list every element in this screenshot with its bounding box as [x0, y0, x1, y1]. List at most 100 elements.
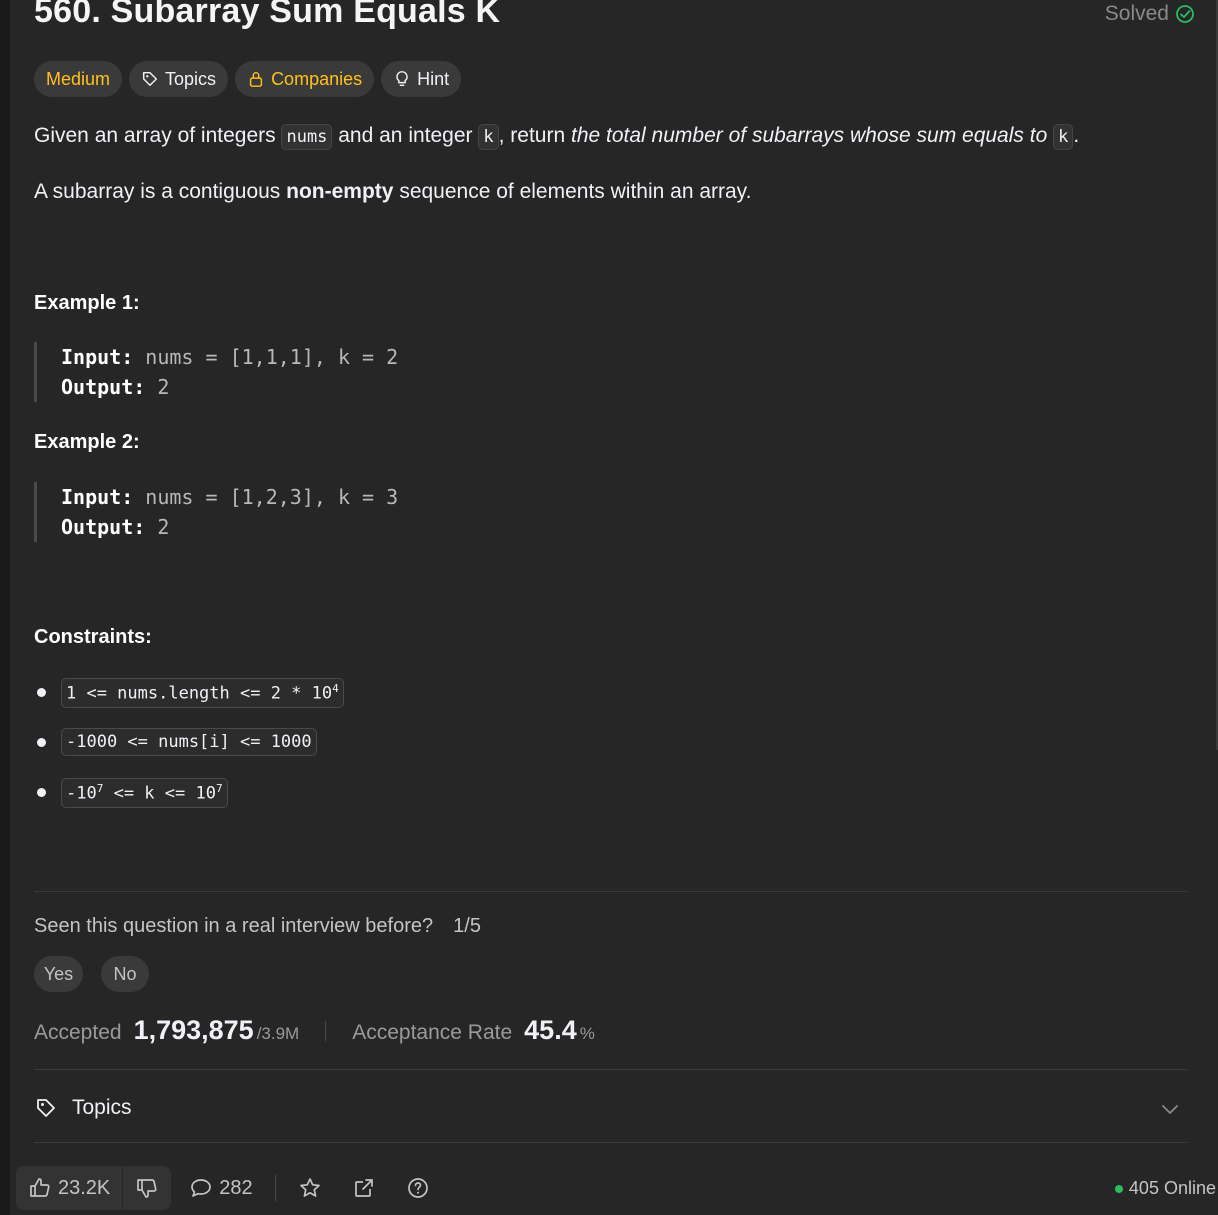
text: sequence of elements within an array.	[393, 180, 752, 203]
bar-separator	[274, 1175, 276, 1201]
online-count: 405 Online	[1128, 1178, 1216, 1198]
inline-code: nums	[281, 124, 333, 150]
interview-question-text: Seen this question in a real interview b…	[34, 915, 434, 937]
input-label: Input:	[61, 345, 134, 369]
share-button[interactable]	[352, 1176, 376, 1200]
description-panel: 560. Subarray Sum Equals K Solved Medium…	[10, 0, 1218, 1215]
constraint-item: 1 <= nums.length <= 2 * 104	[34, 678, 344, 708]
tag-icon	[143, 71, 158, 87]
interview-count: 1/5	[453, 915, 481, 937]
comments-button[interactable]: 282	[189, 1176, 253, 1200]
acceptance-rate-label: Acceptance Rate	[352, 1021, 513, 1044]
solved-label: Solved	[1104, 2, 1169, 25]
topics-tag-button[interactable]: Topics	[129, 61, 229, 97]
constraint-text: -10	[66, 783, 97, 804]
emphasis-text: the total number of subarrays whose sum …	[571, 124, 1048, 147]
output-label: Output:	[61, 375, 146, 399]
like-count: 23.2K	[58, 1176, 111, 1199]
superscript: 4	[332, 682, 339, 695]
comment-count: 282	[219, 1176, 253, 1199]
like-button[interactable]: 23.2K	[16, 1166, 122, 1210]
favorite-button[interactable]	[298, 1176, 322, 1200]
description-paragraph-1: Given an array of integers nums and an i…	[34, 124, 1080, 150]
constraint-item: -1000 <= nums[i] <= 1000	[34, 728, 317, 756]
acceptance-stats: Accepted 1,793,875 /3.9M Acceptance Rate…	[34, 1015, 595, 1046]
problem-title[interactable]: 560. Subarray Sum Equals K	[34, 0, 500, 31]
lightbulb-icon	[396, 71, 408, 87]
chevron-down-icon[interactable]	[1159, 1098, 1181, 1120]
tag-row: Medium Topics Companies Hint	[34, 61, 462, 97]
topics-tag-label: Topics	[165, 68, 217, 89]
acceptance-rate-value: 45.4	[524, 1015, 577, 1045]
output-label: Output:	[61, 515, 146, 539]
output-value: 2	[157, 375, 170, 399]
input-label: Input:	[61, 485, 134, 509]
stats-separator	[325, 1020, 327, 1041]
divider	[34, 891, 1187, 892]
external-link-icon	[354, 1179, 373, 1197]
companies-tag-label: Companies	[271, 68, 363, 89]
example-2-title: Example 2:	[34, 431, 140, 453]
check-circle-icon	[1176, 5, 1194, 23]
constraint-text: 1 <= nums.length <= 2 * 10	[66, 683, 333, 704]
example-2-input: Input: nums = [1,2,3], k = 3	[61, 482, 398, 512]
inline-code: k	[1053, 124, 1074, 150]
constraint-code: 1 <= nums.length <= 2 * 104	[61, 678, 344, 708]
yes-button[interactable]: Yes	[34, 956, 83, 992]
divider	[34, 1069, 1187, 1070]
constraint-code: -1000 <= nums[i] <= 1000	[61, 728, 317, 756]
question-circle-icon	[407, 1178, 428, 1198]
acceptance-rate-unit: %	[579, 1024, 595, 1043]
help-button[interactable]	[406, 1176, 430, 1200]
constraints-title: Constraints:	[34, 626, 152, 648]
text: A subarray is a contiguous	[34, 180, 287, 203]
star-icon	[299, 1178, 320, 1197]
difficulty-badge: Medium	[34, 61, 123, 97]
text: and an integer	[332, 124, 479, 147]
example-1-input: Input: nums = [1,1,1], k = 2	[61, 342, 398, 372]
solved-status: Solved	[1105, 2, 1195, 26]
constraint-item: -107 <= k <= 107	[34, 778, 228, 808]
thumbs-up-icon	[30, 1178, 50, 1197]
example-1-title: Example 1:	[34, 292, 140, 314]
text: , return	[498, 124, 571, 147]
divider	[34, 1142, 1187, 1143]
dislike-button[interactable]	[123, 1166, 171, 1210]
hint-tag-label: Hint	[417, 68, 450, 89]
example-1-block: Input: nums = [1,1,1], k = 2 Output: 2	[34, 342, 398, 402]
online-dot	[1114, 1184, 1123, 1193]
bullet-dot	[37, 737, 46, 747]
interview-question: Seen this question in a real interview b…	[34, 915, 481, 938]
tag-icon	[37, 1099, 55, 1117]
bold-text: non-empty	[286, 180, 394, 203]
example-2-output: Output: 2	[61, 512, 398, 542]
constraint-text: <= k <= 10	[103, 783, 216, 804]
vote-group: 23.2K	[16, 1166, 172, 1210]
inline-code: k	[478, 124, 499, 150]
constraint-code: -107 <= k <= 107	[61, 778, 228, 808]
no-button[interactable]: No	[101, 956, 149, 992]
bullet-dot	[37, 688, 46, 698]
text: .	[1073, 124, 1080, 147]
online-indicator: 405 Online	[1114, 1178, 1216, 1199]
hint-tag-button[interactable]: Hint	[381, 61, 462, 97]
accepted-label: Accepted	[34, 1021, 122, 1044]
thumbs-down-icon	[137, 1179, 157, 1198]
topics-accordion-label: Topics	[72, 1096, 132, 1119]
example-2-block: Input: nums = [1,2,3], k = 3 Output: 2	[34, 482, 398, 542]
description-paragraph-2: A subarray is a contiguous non-empty seq…	[34, 180, 751, 204]
companies-tag-button[interactable]: Companies	[235, 61, 375, 97]
accepted-total: /3.9M	[256, 1024, 300, 1043]
input-value: nums = [1,2,3], k = 3	[145, 485, 399, 509]
text: Given an array of integers	[34, 124, 282, 147]
output-value: 2	[157, 515, 170, 539]
topics-accordion[interactable]: Topics	[34, 1090, 1187, 1126]
example-1-output: Output: 2	[61, 372, 398, 402]
input-value: nums = [1,1,1], k = 2	[145, 345, 399, 369]
comment-icon	[191, 1179, 212, 1197]
bottom-action-bar: 23.2K 282	[16, 1166, 430, 1210]
bullet-dot	[37, 788, 46, 798]
left-edge	[0, 0, 10, 1215]
lock-icon	[249, 72, 263, 87]
accepted-value: 1,793,875	[133, 1015, 254, 1045]
